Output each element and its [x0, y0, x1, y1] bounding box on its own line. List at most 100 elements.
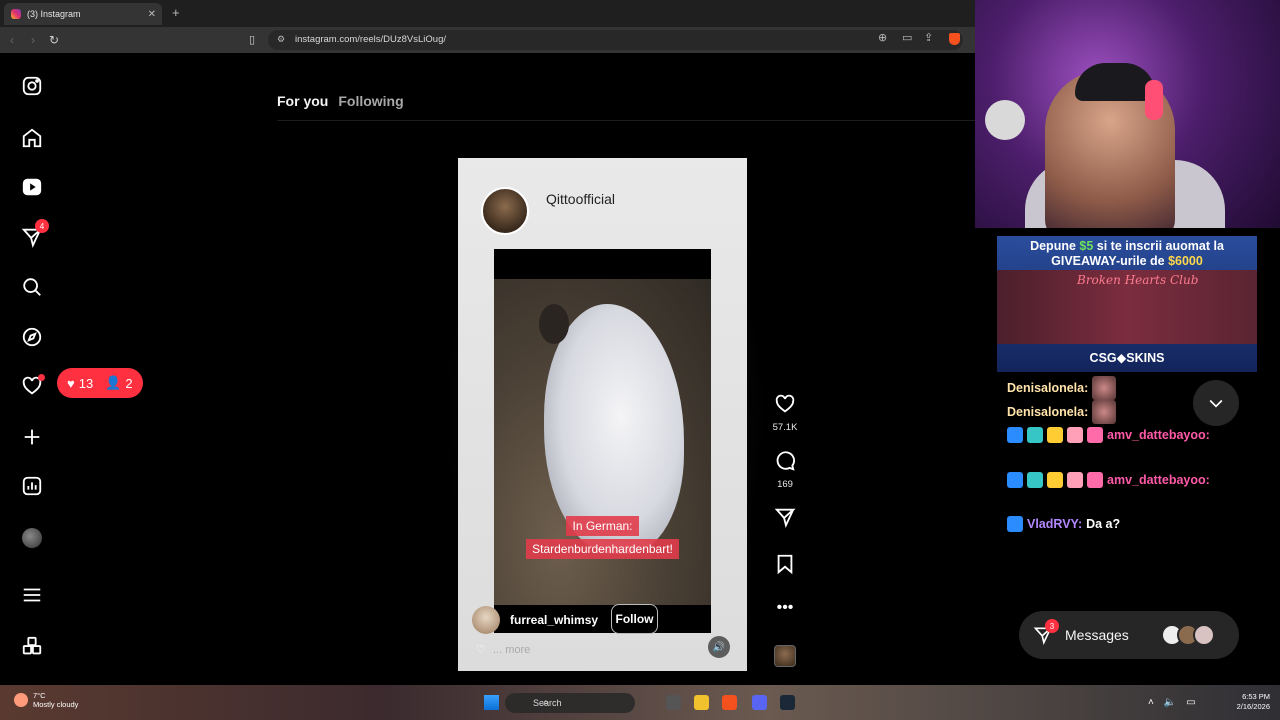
like-heart-icon	[775, 394, 795, 413]
webcam-overlay	[975, 0, 1280, 228]
author-avatar[interactable]	[472, 606, 500, 634]
chat-message: Denisalonela:	[1007, 376, 1117, 400]
badge-icon	[1047, 472, 1063, 488]
author-name[interactable]: furreal_whimsy	[510, 613, 598, 627]
ad-text: Depune	[1030, 239, 1080, 253]
create-plus-icon[interactable]	[20, 425, 44, 449]
badge-icon	[1087, 427, 1103, 443]
apps-grid-icon[interactable]	[20, 635, 44, 659]
notification-dot	[38, 374, 45, 381]
comment-button[interactable]: 169	[770, 450, 800, 490]
volume-icon[interactable]: 🔊	[708, 636, 730, 658]
stream-chat: Depune $5 si te inscrii auomat la GIVEAW…	[975, 228, 1280, 685]
bookmark-page-icon[interactable]: ▯	[249, 33, 255, 46]
time: 6:53 PM	[1242, 692, 1270, 701]
clock[interactable]: 6:53 PM 2/16/2026	[1226, 692, 1270, 712]
brave-browser-icon[interactable]	[722, 695, 737, 710]
badge-icon	[1087, 472, 1103, 488]
avatar	[1193, 624, 1215, 646]
share-icon[interactable]: ⇪	[924, 31, 933, 44]
follow-button[interactable]: Follow	[611, 604, 658, 634]
taskbar-search[interactable]: ⌕ Search	[505, 693, 635, 713]
badge-icon	[1027, 427, 1043, 443]
messages-icon[interactable]: 4	[20, 219, 49, 249]
channel-avatar[interactable]	[481, 187, 529, 235]
chevron-down-icon	[1209, 399, 1223, 408]
search-icon[interactable]	[20, 275, 44, 299]
chat-message: Denisalonela:	[1007, 400, 1117, 424]
tab-following[interactable]: Following	[338, 93, 403, 109]
badge-icon	[1067, 427, 1083, 443]
address-row: ‹ › ↻ ▯ ⚙ instagram.com/reels/DUz8VsLiOu…	[0, 27, 975, 53]
sidebar: 4 ♥ 13 👤 2	[0, 53, 143, 685]
brave-shield-icon[interactable]	[949, 33, 960, 45]
new-tab-button[interactable]: +	[172, 5, 180, 20]
chat-username: amv_dattebayoo:	[1107, 473, 1210, 487]
taskbar: 7°C Mostly cloudy ⌕ Search ˄ 🔈 ▭ 6:53 PM…	[0, 685, 1280, 720]
save-button[interactable]	[770, 553, 800, 580]
tab-title: (3) Instagram	[27, 9, 81, 19]
profile-avatar[interactable]	[22, 528, 42, 548]
like-button[interactable]: 57.1K	[770, 393, 800, 433]
cast-icon[interactable]: ▭	[902, 31, 912, 44]
home-icon[interactable]	[20, 126, 44, 150]
badge-icon	[1007, 427, 1023, 443]
small-heart-icon: ♡	[476, 644, 486, 656]
instagram-favicon-icon	[11, 9, 21, 19]
microphone-image	[985, 100, 1025, 140]
more-caption-link[interactable]: ... more	[493, 644, 530, 656]
menu-icon[interactable]	[20, 583, 44, 607]
explore-icon[interactable]	[20, 325, 44, 349]
file-explorer-icon[interactable]	[694, 695, 709, 710]
ad-amount: $5	[1079, 239, 1094, 253]
feed-tabs: For you Following	[277, 93, 404, 109]
badge-icon	[1047, 427, 1063, 443]
notifications-pill[interactable]: ♥ 13 👤 2	[57, 368, 143, 398]
notifications-heart-icon[interactable]	[20, 374, 45, 398]
tray-overflow-icon[interactable]: ˄	[1148, 697, 1154, 708]
forward-icon[interactable]: ›	[31, 33, 35, 47]
headset-image	[1145, 80, 1163, 120]
reel-video[interactable]: In German: Stardenburdenhardenbart!	[494, 249, 711, 633]
chat-username: VladRVY:	[1027, 517, 1083, 531]
weather-icon	[14, 693, 28, 707]
comment-icon	[776, 451, 795, 471]
steam-icon[interactable]	[780, 695, 795, 710]
sponsor-banner: Depune $5 si te inscrii auomat la GIVEAW…	[997, 236, 1257, 372]
video-author[interactable]: furreal_whimsy	[472, 606, 598, 634]
dashboard-icon[interactable]	[20, 474, 44, 498]
instagram-page: 4 ♥ 13 👤 2 For you Following Qittooffici…	[0, 53, 975, 685]
scroll-down-button[interactable]	[1193, 380, 1239, 426]
share-button[interactable]	[770, 506, 800, 533]
more-options-icon[interactable]: •••	[770, 599, 800, 617]
display-icon[interactable]: ▭	[1186, 697, 1195, 708]
channel-username[interactable]: Qittoofficial	[546, 191, 615, 207]
speaker-icon[interactable]: 🔈	[1164, 697, 1176, 708]
chat-message: amv_dattebayoo:	[1007, 427, 1210, 443]
audio-thumbnail[interactable]	[774, 645, 796, 667]
caption-line: Stardenburdenhardenbart!	[526, 539, 679, 559]
weather-widget[interactable]: 7°C Mostly cloudy	[14, 691, 78, 709]
discord-icon[interactable]	[752, 695, 767, 710]
url-text: instagram.com/reels/DUz8VsLiOug/	[295, 34, 446, 45]
tab-for-you[interactable]: For you	[277, 93, 328, 109]
badge-icon	[1007, 472, 1023, 488]
back-icon[interactable]: ‹	[10, 33, 14, 47]
temperature: 7°C	[33, 691, 46, 700]
reload-icon[interactable]: ↻	[49, 33, 59, 47]
site-info-icon[interactable]: ⚙	[277, 34, 285, 45]
system-tray: ˄ 🔈 ▭	[1148, 697, 1196, 708]
reels-icon[interactable]	[20, 175, 44, 199]
person-icon: 👤	[105, 375, 122, 390]
follows-count: 2	[125, 375, 133, 391]
video-frame: In German: Stardenburdenhardenbart!	[494, 279, 711, 605]
messages-launcher[interactable]: 3 Messages	[1019, 611, 1239, 659]
windows-start-icon[interactable]	[484, 695, 499, 710]
zoom-icon[interactable]: ⊕	[878, 31, 887, 44]
close-tab-icon[interactable]: ✕	[148, 9, 156, 20]
comments-count: 169	[777, 479, 793, 490]
address-bar[interactable]: ⚙ instagram.com/reels/DUz8VsLiOug/	[268, 30, 963, 50]
browser-tab[interactable]: (3) Instagram ✕	[4, 3, 162, 25]
instagram-logo-icon[interactable]	[20, 74, 44, 98]
task-view-icon[interactable]	[666, 695, 681, 710]
